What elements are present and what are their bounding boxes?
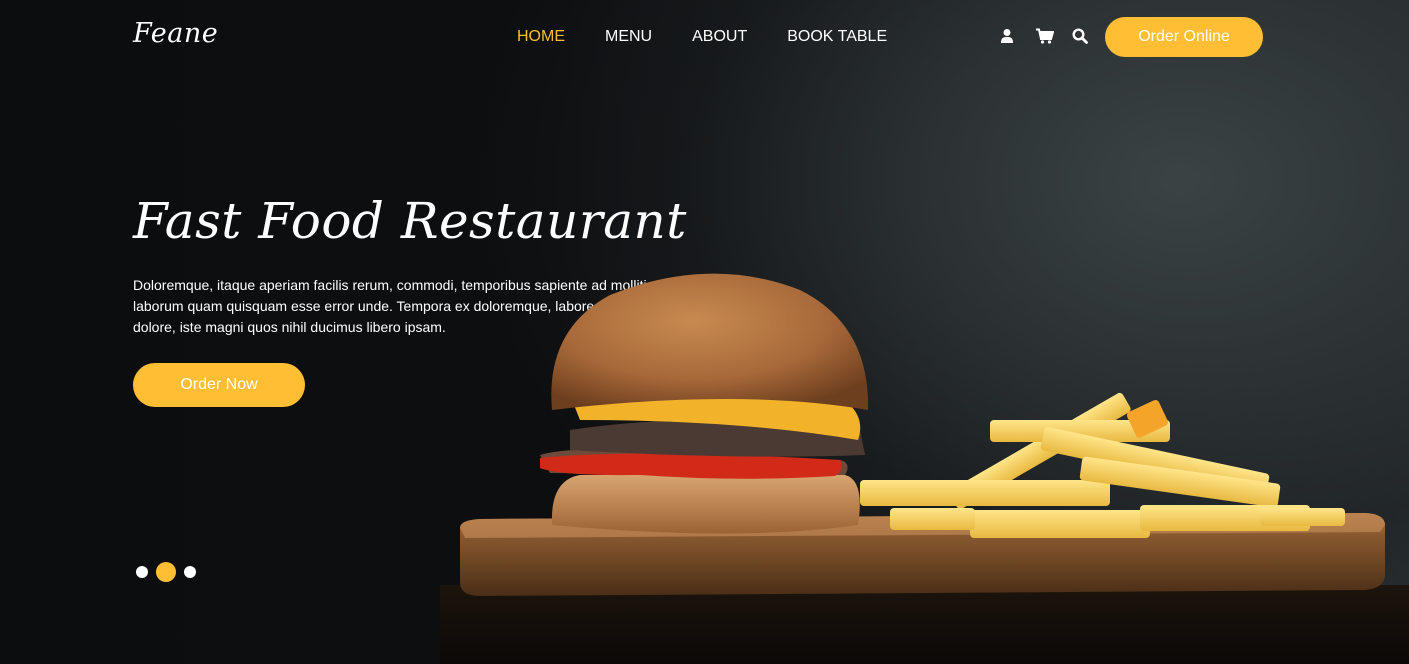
nav-menu[interactable]: MENU bbox=[605, 27, 652, 47]
cart-icon[interactable] bbox=[1036, 28, 1055, 44]
order-online-button[interactable]: Order Online bbox=[1105, 17, 1263, 57]
nav-about[interactable]: ABOUT bbox=[692, 27, 747, 47]
main-nav: HOME MENU ABOUT BOOK TABLE bbox=[517, 27, 927, 47]
nav-home[interactable]: HOME bbox=[517, 27, 565, 47]
burger bbox=[540, 273, 869, 534]
carousel-indicators bbox=[136, 562, 206, 582]
order-now-button[interactable]: Order Now bbox=[133, 363, 305, 407]
carousel-dot[interactable] bbox=[184, 566, 196, 578]
search-icon[interactable] bbox=[1072, 28, 1088, 44]
carousel-dot-active[interactable] bbox=[156, 562, 176, 582]
french-fries bbox=[860, 392, 1345, 538]
brand-logo[interactable]: Feane bbox=[133, 18, 218, 49]
carousel-dot[interactable] bbox=[136, 566, 148, 578]
hero-title: Fast Food Restaurant bbox=[133, 192, 687, 250]
nav-book-table[interactable]: BOOK TABLE bbox=[787, 27, 887, 47]
hero-food-image bbox=[460, 273, 1385, 596]
header-icons bbox=[1000, 28, 1108, 44]
user-icon[interactable] bbox=[1000, 28, 1016, 44]
site-header: Feane HOME MENU ABOUT BOOK TABLE Order O… bbox=[0, 0, 1409, 75]
